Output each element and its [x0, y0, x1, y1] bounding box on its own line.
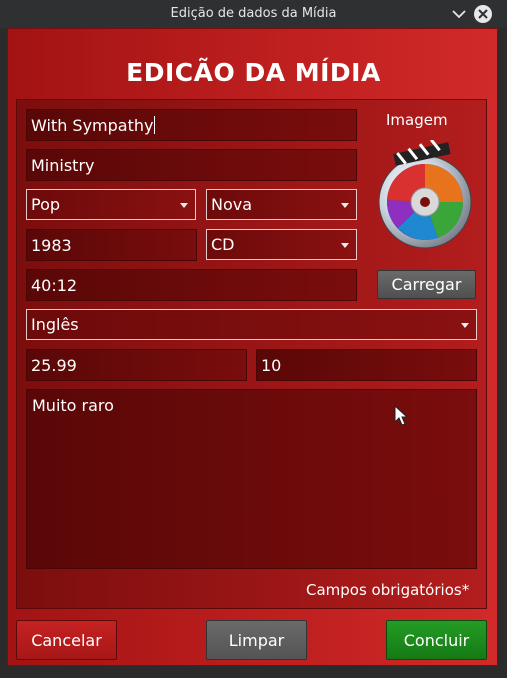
- text-caret: [154, 116, 156, 134]
- chevron-down-icon: [341, 242, 349, 248]
- cancel-button[interactable]: Cancelar: [16, 620, 117, 660]
- chevron-down-icon: [461, 322, 469, 328]
- title-input[interactable]: With Sympathy: [26, 109, 357, 141]
- chevron-down-icon: [341, 202, 349, 208]
- quantity-input[interactable]: 10: [256, 349, 477, 381]
- page-title: EDICÃO DA MÍDIA: [126, 58, 381, 87]
- image-label: Imagem: [386, 111, 448, 129]
- price-input[interactable]: 25.99: [26, 349, 247, 381]
- confirm-button[interactable]: Concluir: [386, 620, 487, 660]
- clear-button[interactable]: Limpar: [206, 620, 307, 660]
- duration-input-value: 40:12: [31, 275, 78, 295]
- media-type-select-value: CD: [211, 235, 235, 254]
- language-select[interactable]: Inglês: [26, 309, 477, 340]
- artist-input[interactable]: Ministry: [26, 149, 357, 181]
- condition-select[interactable]: Nova: [206, 189, 357, 220]
- close-icon[interactable]: [473, 4, 493, 24]
- artist-input-value: Ministry: [31, 155, 95, 175]
- title-input-value: With Sympathy: [31, 115, 154, 135]
- chevron-down-icon[interactable]: [449, 4, 469, 24]
- notes-textarea-value: Muito raro: [32, 396, 114, 415]
- genre-select-value: Pop: [31, 195, 61, 214]
- window-title: Edição de dados da Mídia: [170, 6, 337, 21]
- year-input-value: 1983: [31, 235, 72, 255]
- media-disc-icon: [378, 140, 472, 249]
- duration-input[interactable]: 40:12: [26, 269, 357, 301]
- language-select-value: Inglês: [31, 315, 79, 334]
- load-image-button[interactable]: Carregar: [377, 270, 476, 299]
- window-titlebar: Edição de dados da Mídia: [0, 0, 507, 28]
- genre-select[interactable]: Pop: [26, 189, 196, 220]
- media-type-select[interactable]: CD: [206, 229, 357, 260]
- mouse-cursor-icon: [394, 405, 409, 426]
- quantity-input-value: 10: [261, 355, 282, 375]
- required-fields-note: Campos obrigatórios*: [306, 581, 470, 599]
- year-input[interactable]: 1983: [26, 229, 197, 261]
- price-input-value: 25.99: [31, 355, 77, 375]
- condition-select-value: Nova: [211, 195, 253, 214]
- chevron-down-icon: [180, 202, 188, 208]
